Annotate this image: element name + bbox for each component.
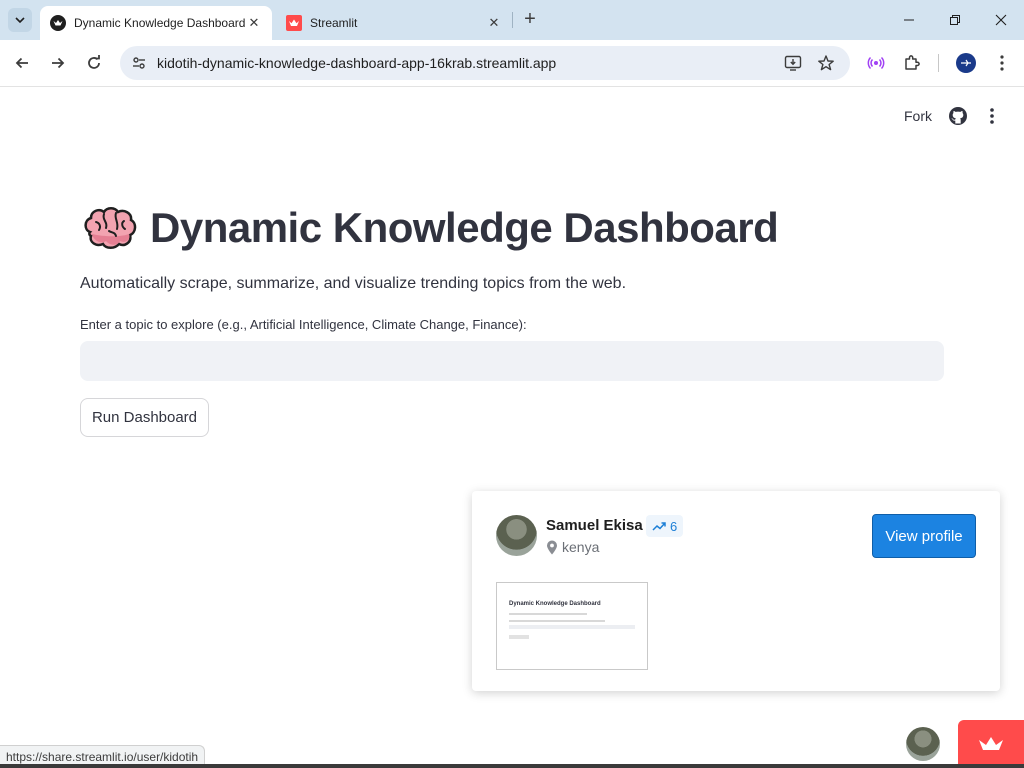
profile-avatar-icon[interactable] [955, 52, 977, 74]
thumbnail-text-line [509, 620, 605, 622]
arrow-right-icon [52, 57, 65, 69]
window-bottom-edge [0, 764, 1024, 768]
page-title: Dynamic Knowledge Dashboard [150, 204, 779, 251]
creator-location: kenya [546, 539, 599, 555]
new-tab-button[interactable]: + [520, 9, 540, 30]
topic-input-label: Enter a topic to explore (e.g., Artifici… [80, 317, 527, 332]
creator-profile-card: Samuel Ekisa 6 kenya View profile Dynami… [472, 491, 1000, 691]
thumbnail-input [509, 625, 635, 629]
tab-title: Dynamic Knowledge Dashboard [74, 16, 246, 30]
tab-dynamic-knowledge-dashboard[interactable]: Dynamic Knowledge Dashboard ✕ [40, 6, 272, 40]
page-description: Automatically scrape, summarize, and vis… [80, 275, 627, 292]
viewer-avatar[interactable] [906, 727, 940, 761]
address-bar[interactable]: kidotih-dynamic-knowledge-dashboard-app-… [120, 46, 850, 80]
toolbar-divider [938, 54, 939, 72]
thumbnail-title: Dynamic Knowledge Dashboard [509, 601, 601, 607]
trending-up-icon [652, 522, 666, 531]
trend-count: 6 [670, 518, 678, 534]
location-pin-icon [547, 540, 557, 554]
arrow-left-icon [15, 57, 28, 69]
streamlit-crown-icon [50, 15, 66, 31]
creator-name[interactable]: Samuel Ekisa [546, 517, 643, 534]
close-icon [995, 14, 1007, 26]
brain-emoji-icon [82, 204, 138, 252]
minimize-icon [904, 19, 914, 21]
close-window-button[interactable] [989, 8, 1013, 32]
run-dashboard-button[interactable]: Run Dashboard [80, 398, 209, 437]
browser-toolbar: kidotih-dynamic-knowledge-dashboard-app-… [0, 40, 1024, 87]
creator-avatar[interactable] [496, 515, 537, 556]
trend-badge: 6 [646, 515, 684, 537]
streamlit-logo-icon [286, 15, 302, 31]
streamlit-crown-icon [979, 737, 1003, 750]
view-profile-button[interactable]: View profile [872, 514, 976, 558]
forward-button[interactable] [46, 51, 70, 75]
restore-icon [950, 15, 960, 25]
app-menu-icon[interactable] [982, 106, 1002, 126]
minimize-button[interactable] [897, 8, 921, 32]
install-app-icon[interactable] [784, 54, 802, 72]
github-icon[interactable] [948, 106, 968, 126]
tab-title: Streamlit [310, 16, 358, 30]
topic-input[interactable] [80, 341, 944, 381]
tab-divider [512, 12, 513, 28]
reload-icon [88, 55, 100, 69]
chevron-down-icon [15, 17, 25, 24]
extensions-icon[interactable] [901, 52, 923, 74]
location-text: kenya [562, 539, 600, 555]
media-cast-icon[interactable] [865, 52, 887, 74]
streamlit-badge[interactable] [958, 720, 1024, 768]
browser-menu-icon[interactable] [991, 52, 1013, 74]
reload-button[interactable] [82, 51, 106, 75]
fork-button[interactable]: Fork [904, 108, 932, 124]
bookmark-star-icon[interactable] [817, 54, 835, 72]
back-button[interactable] [10, 51, 34, 75]
close-tab-icon[interactable]: ✕ [246, 15, 262, 31]
url-text[interactable]: kidotih-dynamic-knowledge-dashboard-app-… [157, 55, 556, 71]
tab-bar: Dynamic Knowledge Dashboard ✕ Streamlit … [0, 0, 1024, 40]
close-tab-icon[interactable]: ✕ [486, 15, 502, 31]
tab-search-button[interactable] [8, 8, 32, 32]
thumbnail-button [509, 635, 529, 639]
tab-streamlit[interactable]: Streamlit ✕ [276, 6, 512, 40]
restore-button[interactable] [943, 8, 967, 32]
thumbnail-text-line [509, 613, 587, 615]
app-thumbnail[interactable]: Dynamic Knowledge Dashboard [496, 582, 648, 670]
site-info-icon[interactable] [130, 54, 148, 72]
